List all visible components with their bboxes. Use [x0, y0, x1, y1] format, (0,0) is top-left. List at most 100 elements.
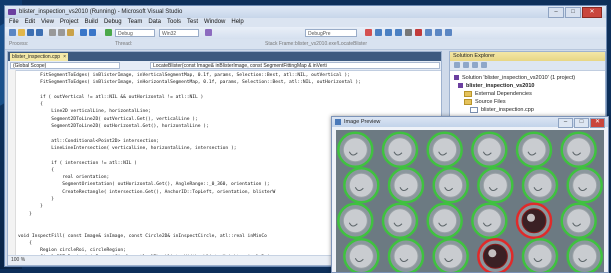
preview-maximize-button[interactable]: □ [574, 118, 589, 128]
tree-item-project[interactable]: blister_inspection_vs2010 [454, 82, 575, 90]
code-line[interactable]: if ( outVertical != atl::NIL && outHoriz… [18, 94, 441, 101]
navigation-bar: (Global Scope) LocateBlister(const Image… [8, 61, 441, 71]
continue-icon[interactable] [105, 29, 112, 36]
pill-cavity [432, 167, 469, 204]
step-out-icon[interactable] [395, 29, 402, 36]
title-bar: blister_inspection_vs2010 (Running) - Mi… [5, 6, 606, 18]
pill [348, 172, 374, 198]
preview-window-controls: – □ ✕ [558, 118, 605, 128]
minimize-button[interactable]: – [548, 7, 564, 18]
configuration-select[interactable]: Debug [115, 29, 155, 37]
save-icon[interactable] [27, 29, 34, 36]
menu-item-build[interactable]: Build [85, 18, 98, 27]
function-select[interactable]: LocateBlister(const Image& inBlisterImag… [150, 62, 440, 69]
refresh-icon[interactable] [472, 62, 478, 68]
folder-icon [464, 98, 472, 105]
pill [527, 243, 553, 269]
menu-item-project[interactable]: Project [60, 18, 79, 27]
menu-item-team[interactable]: Team [128, 18, 143, 27]
copy-icon[interactable] [58, 29, 65, 36]
breakpoints-icon[interactable] [415, 29, 422, 36]
step-into-icon[interactable] [375, 29, 382, 36]
blister-image[interactable] [336, 130, 604, 272]
preview-close-button[interactable]: ✕ [590, 118, 605, 128]
new-project-icon[interactable] [9, 29, 16, 36]
blister-image-svg [336, 130, 604, 272]
close-button[interactable]: ✕ [582, 7, 602, 18]
pill-cavity [471, 131, 508, 168]
stack-frame-value[interactable]: blister_vs2010.exe!LocateBlister [295, 39, 367, 49]
menu-item-test[interactable]: Test [187, 18, 198, 27]
image-preview-title-bar: Image Preview – □ ✕ [332, 117, 608, 128]
save-all-icon[interactable] [36, 29, 43, 36]
properties-icon[interactable] [435, 29, 442, 36]
tree-item-cpp-file[interactable]: blister_inspection.cpp [454, 106, 575, 114]
view-code-icon[interactable] [481, 62, 487, 68]
tree-item-solution[interactable]: Solution 'blister_inspection_vs2010' (1 … [454, 74, 575, 82]
scope-select[interactable]: (Global Scope) [10, 62, 120, 69]
tab-blister-inspection-cpp[interactable]: blister_inspection.cpp × [10, 53, 68, 61]
menu-item-edit[interactable]: Edit [25, 18, 35, 27]
platform-select[interactable]: Win32 [159, 29, 199, 37]
solution-tree: Solution 'blister_inspection_vs2010' (1 … [454, 74, 575, 114]
thread-label: Thread: [115, 41, 133, 47]
solution-explorer-toolbar [450, 61, 605, 71]
code-line[interactable]: FitSegmentToEdges( inBlisterImage, inHor… [18, 79, 441, 86]
pill-cavity [521, 167, 559, 204]
toolbox-icon[interactable] [445, 29, 452, 36]
pill-cavity [515, 131, 553, 168]
properties-icon[interactable] [454, 62, 460, 68]
menu-item-view[interactable]: View [41, 18, 54, 27]
open-file-icon[interactable] [18, 29, 25, 36]
hex-icon[interactable] [405, 29, 412, 36]
code-line[interactable]: { [18, 101, 441, 108]
cut-icon[interactable] [49, 29, 56, 36]
pill-cavity [387, 238, 425, 272]
zoom-level[interactable]: 100 % [8, 257, 25, 263]
pill-cavity [521, 238, 559, 272]
menu-item-debug[interactable]: Debug [104, 18, 122, 27]
code-line[interactable] [18, 87, 441, 94]
menu-item-help[interactable]: Help [231, 18, 243, 27]
cpp-file-icon [470, 106, 478, 113]
pill-cavity [381, 131, 419, 168]
project-icon [458, 83, 463, 89]
code-line[interactable]: Line2D verticalLine, horizontalLine; [18, 108, 441, 115]
menu-bar: File Edit View Project Build Debug Team Data Too… [5, 18, 606, 27]
menu-item-file[interactable]: File [9, 18, 19, 27]
code-line[interactable]: FitSegmentToEdges( inBlisterImage, inVer… [18, 72, 441, 79]
defect-reflection [527, 213, 535, 222]
pill [432, 208, 458, 234]
maximize-button[interactable]: □ [565, 7, 581, 18]
pill-cavity [432, 238, 469, 272]
editor-tab-strip: blister_inspection.cpp × [8, 52, 441, 61]
paste-icon[interactable] [67, 29, 74, 36]
menu-item-data[interactable]: Data [148, 18, 161, 27]
stack-frame-label: Stack Frame: [265, 41, 295, 47]
undo-icon[interactable] [80, 29, 87, 36]
redo-icon[interactable] [89, 29, 96, 36]
show-all-files-icon[interactable] [463, 62, 469, 68]
pill-cavity [343, 167, 380, 204]
missing-pill [521, 208, 547, 234]
pill-cavity [387, 167, 425, 204]
pill [566, 137, 592, 163]
step-over-icon[interactable] [385, 29, 392, 36]
find-icon[interactable] [205, 29, 212, 36]
pill [393, 243, 419, 269]
tab-close-icon[interactable]: × [63, 53, 66, 61]
tree-item-source-files[interactable]: Source Files [454, 98, 575, 106]
pill [476, 208, 502, 234]
menu-item-window[interactable]: Window [204, 18, 225, 27]
menu-item-tools[interactable]: Tools [167, 18, 181, 27]
stop-debugging-icon[interactable] [365, 29, 372, 36]
solution-icon [454, 75, 459, 81]
pill [393, 172, 419, 198]
solution-explorer-icon[interactable] [425, 29, 432, 36]
tree-item-external-dependencies[interactable]: External Dependencies [454, 90, 575, 98]
pill [572, 243, 598, 269]
preview-minimize-button[interactable]: – [558, 118, 573, 128]
image-preview-window: Image Preview – □ ✕ [331, 116, 609, 273]
find-combo[interactable]: DebugPre [305, 29, 357, 37]
pill-cavity [560, 202, 597, 239]
